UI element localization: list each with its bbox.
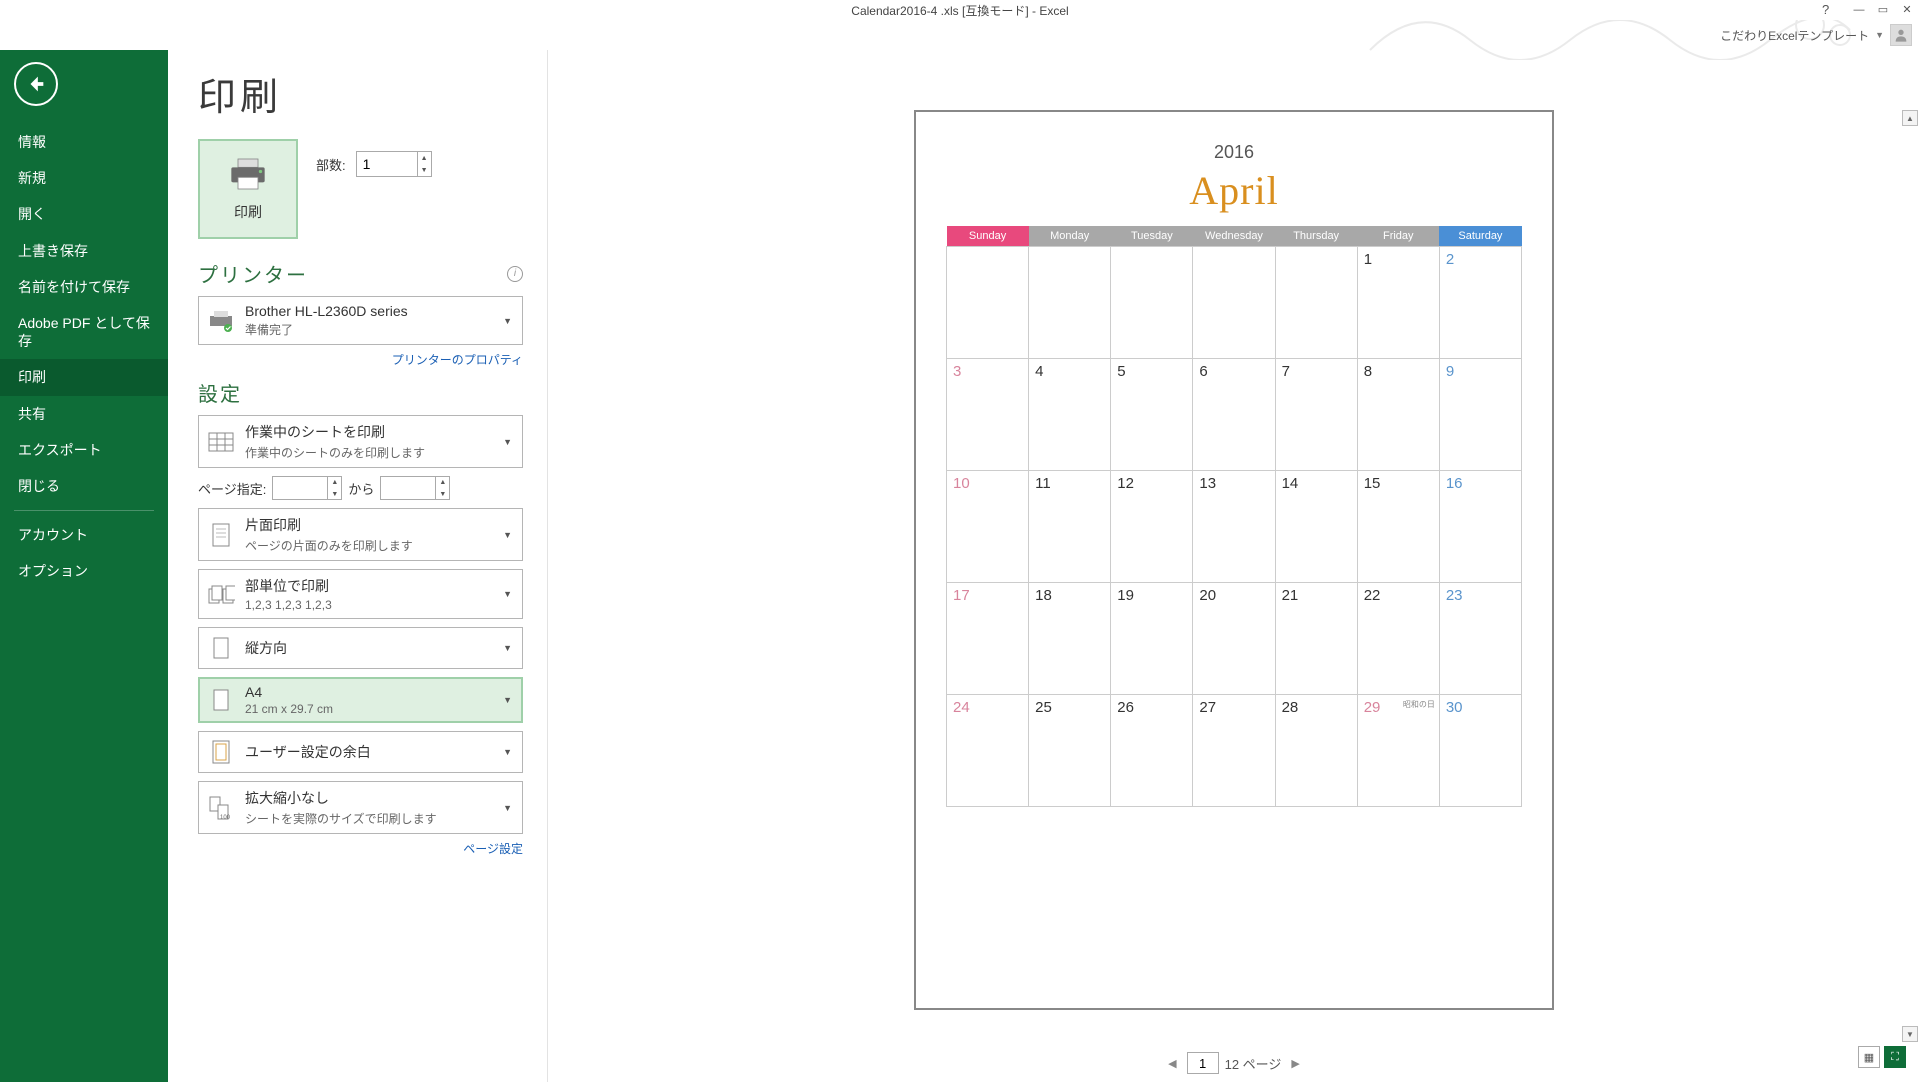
sidebar-item-save[interactable]: 上書き保存 [0, 233, 168, 269]
user-bar: こだわりExcelテンプレート ▼ [0, 20, 1920, 50]
copies-input[interactable] [357, 152, 417, 176]
sides-selector[interactable]: 片面印刷 ページの片面のみを印刷します ▼ [198, 508, 523, 561]
sidebar-item-account[interactable]: アカウント [0, 517, 168, 553]
preview-footer: ◀ 12 ページ ▶ ▦ ⛶ [548, 1052, 1920, 1074]
backstage-sidebar: 情報 新規 開く 上書き保存 名前を付けて保存 Adobe PDF として保存 … [0, 50, 168, 1082]
sidebar-item-adobe-pdf[interactable]: Adobe PDF として保存 [0, 305, 168, 359]
page-to-spinner[interactable]: ▲▼ [380, 476, 450, 500]
total-pages-label: 12 ページ [1225, 1054, 1282, 1073]
page-from-input[interactable] [273, 481, 327, 496]
calendar-cell-holiday: 29昭和の日 [1357, 695, 1439, 807]
sidebar-separator [14, 510, 154, 511]
print-settings-panel: 印刷 印刷 部数: ▲▼ プリンター i [168, 50, 548, 1082]
sidebar-item-new[interactable]: 新規 [0, 160, 168, 196]
page-title: 印刷 [198, 66, 523, 121]
window-title: Calendar2016-4 .xls [互換モード] - Excel [851, 2, 1068, 19]
help-button[interactable]: ? [1822, 2, 1836, 17]
sidebar-item-close[interactable]: 閉じる [0, 468, 168, 504]
portrait-icon [207, 634, 235, 662]
current-page-input[interactable] [1187, 1052, 1219, 1074]
chevron-down-icon: ▼ [501, 643, 514, 653]
printer-name: Brother HL-L2360D series [245, 303, 491, 319]
margins-selector[interactable]: ユーザー設定の余白 ▼ [198, 731, 523, 773]
settings-section-title: 設定 [198, 378, 242, 407]
calendar-year: 2016 [946, 142, 1522, 163]
prev-page-button[interactable]: ◀ [1164, 1057, 1180, 1070]
minimize-button[interactable]: — [1850, 3, 1868, 17]
printer-properties-link[interactable]: プリンターのプロパティ [198, 351, 523, 368]
next-page-button[interactable]: ▶ [1287, 1057, 1303, 1070]
title-bar: Calendar2016-4 .xls [互換モード] - Excel ? — … [0, 0, 1920, 20]
sidebar-item-print[interactable]: 印刷 [0, 359, 168, 395]
sidebar-item-info[interactable]: 情報 [0, 124, 168, 160]
scroll-down-icon[interactable]: ▼ [1902, 1026, 1918, 1042]
chevron-down-icon: ▼ [501, 695, 514, 705]
sidebar-item-share[interactable]: 共有 [0, 396, 168, 432]
margins-icon [207, 738, 235, 766]
orientation-selector[interactable]: 縦方向 ▼ [198, 627, 523, 669]
scroll-up-icon[interactable]: ▲ [1902, 110, 1918, 126]
chevron-down-icon: ▼ [501, 530, 514, 540]
copies-spinner[interactable]: ▲▼ [356, 151, 432, 177]
page-from-spinner[interactable]: ▲▼ [272, 476, 342, 500]
no-scale-icon: 100 [207, 794, 235, 822]
printer-icon [228, 156, 268, 192]
page-icon [207, 521, 235, 549]
spinner-down-icon[interactable]: ▼ [417, 164, 431, 176]
chevron-down-icon: ▼ [501, 316, 514, 326]
paper-icon [207, 686, 235, 714]
collate-selector[interactable]: 部単位で印刷 1,2,3 1,2,3 1,2,3 ▼ [198, 569, 523, 619]
spinner-up-icon[interactable]: ▲ [417, 152, 431, 164]
user-label[interactable]: こだわりExcelテンプレート [1720, 27, 1869, 44]
page-setup-link[interactable]: ページ設定 [198, 840, 523, 857]
scaling-selector[interactable]: 100 拡大縮小なし シートを実際のサイズで印刷します ▼ [198, 781, 523, 834]
chevron-down-icon: ▼ [501, 589, 514, 599]
copies-label: 部数: [316, 155, 346, 174]
user-dropdown-icon[interactable]: ▼ [1875, 30, 1884, 40]
print-preview-area: ▲ ▼ 2016 April Sunday Monday Tuesday Wed… [548, 50, 1920, 1082]
vertical-scrollbar[interactable]: ▲ ▼ [1902, 110, 1918, 1042]
collate-icon [207, 580, 235, 608]
holiday-label: 昭和の日 [1403, 699, 1435, 710]
close-button[interactable]: ✕ [1898, 3, 1916, 17]
sheets-icon [207, 428, 235, 456]
printer-section-title: プリンター [198, 259, 308, 288]
svg-text:100: 100 [220, 815, 231, 821]
page-range-label: ページ指定: [198, 479, 266, 498]
chevron-down-icon: ▼ [501, 803, 514, 813]
page-to-input[interactable] [381, 481, 435, 496]
sidebar-item-options[interactable]: オプション [0, 553, 168, 589]
page-to-label: から [348, 479, 374, 498]
print-button[interactable]: 印刷 [198, 139, 298, 239]
sidebar-item-save-as[interactable]: 名前を付けて保存 [0, 269, 168, 305]
back-button[interactable] [14, 62, 58, 106]
show-margins-button[interactable]: ▦ [1858, 1046, 1880, 1068]
avatar[interactable] [1890, 24, 1912, 46]
sidebar-item-export[interactable]: エクスポート [0, 432, 168, 468]
restore-button[interactable]: ▭ [1874, 3, 1892, 17]
info-icon[interactable]: i [507, 266, 523, 282]
print-what-selector[interactable]: 作業中のシートを印刷 作業中のシートのみを印刷します ▼ [198, 415, 523, 468]
chevron-down-icon: ▼ [501, 437, 514, 447]
zoom-to-page-button[interactable]: ⛶ [1884, 1046, 1906, 1068]
chevron-down-icon: ▼ [501, 747, 514, 757]
printer-ready-icon [207, 307, 235, 335]
calendar-grid: Sunday Monday Tuesday Wednesday Thursday… [946, 226, 1522, 807]
paper-size-selector[interactable]: A4 21 cm x 29.7 cm ▼ [198, 677, 523, 723]
calendar-month: April [946, 167, 1522, 214]
sidebar-item-open[interactable]: 開く [0, 196, 168, 232]
print-button-label: 印刷 [234, 202, 262, 222]
printer-selector[interactable]: Brother HL-L2360D series 準備完了 ▼ [198, 296, 523, 345]
printer-status: 準備完了 [245, 321, 491, 338]
preview-page: 2016 April Sunday Monday Tuesday Wednesd… [914, 110, 1554, 1010]
